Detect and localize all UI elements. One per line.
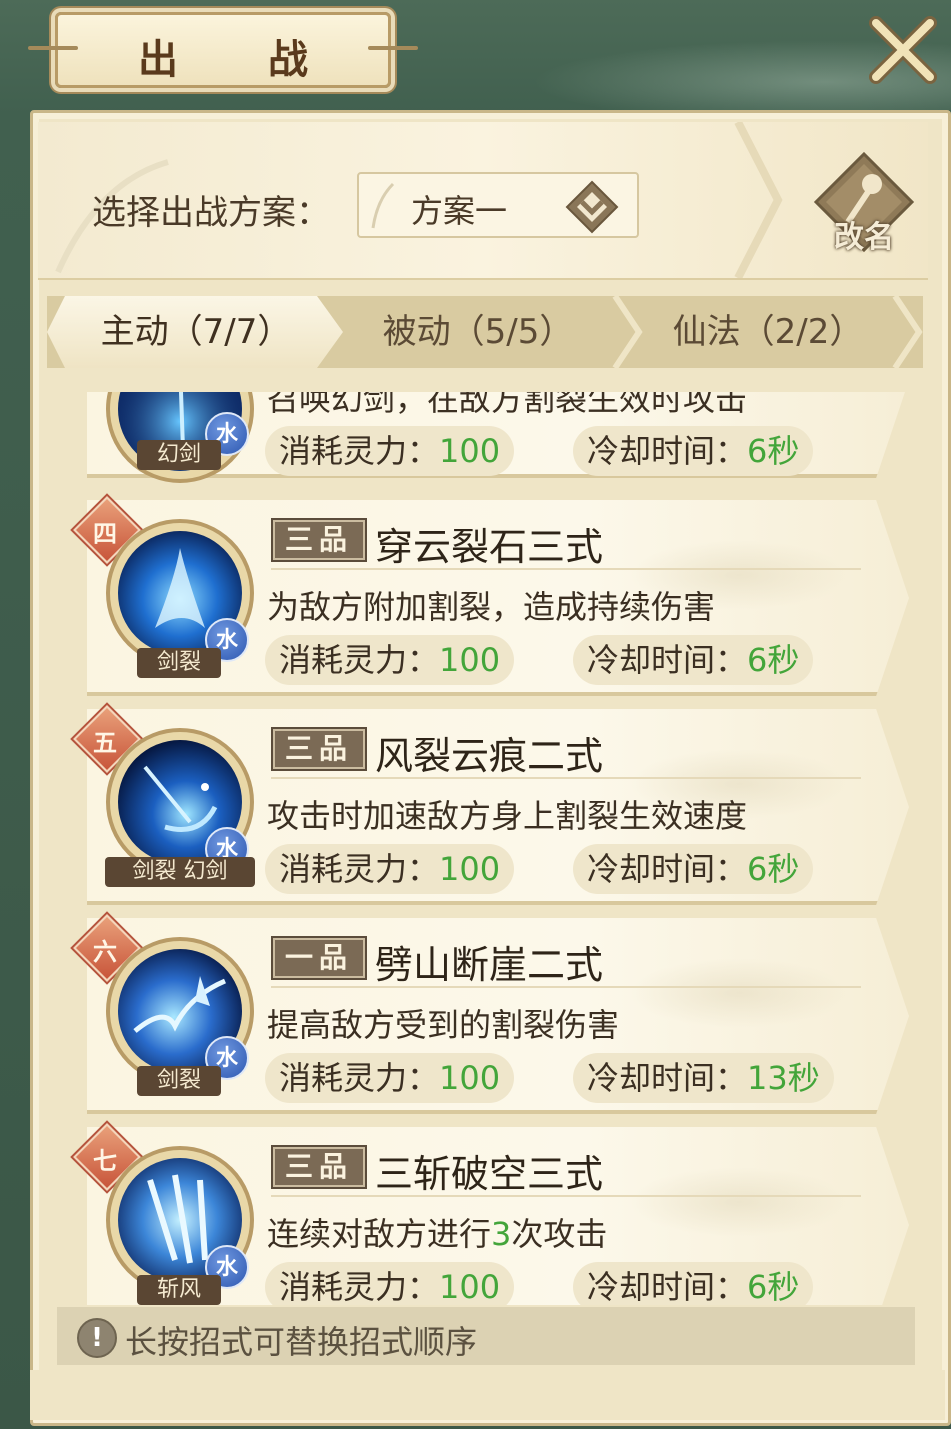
skill-type-label: 剑裂 <box>137 648 221 678</box>
mana-cost: 消耗灵力：100 <box>265 1262 515 1305</box>
grade-badge: 三品 <box>271 1145 367 1189</box>
cooldown-value: 6秒 <box>747 850 800 888</box>
skill-description: 为敌方附加割裂，造成持续伤害 <box>267 588 716 626</box>
skill-type-label: 斩风 <box>137 1275 221 1305</box>
close-button[interactable] <box>868 15 938 85</box>
panel-bottom <box>30 1370 945 1420</box>
tab-label: 被动（5/5） <box>382 312 574 352</box>
tab-bar: 主动（7/7） 被动（5/5） 仙法（2/2） <box>47 296 923 368</box>
name-underline <box>271 777 861 779</box>
cooldown-label: 冷却时间： <box>587 641 748 679</box>
skill-name: 穿云裂石三式 <box>375 525 604 569</box>
mana-cost-value: 100 <box>439 432 501 470</box>
chevron-down-icon <box>565 180 619 234</box>
mana-cost-value: 100 <box>439 1059 501 1097</box>
grade-badge: 三品 <box>271 518 367 562</box>
plan-label: 选择出战方案： <box>92 193 330 233</box>
mana-cost: 消耗灵力：100 <box>265 426 515 476</box>
close-x-icon <box>869 16 937 84</box>
name-underline <box>271 568 861 570</box>
skill-list[interactable]: 水 幻剑 召唤幻剑，在敌方割裂生效时攻击 消耗灵力：100 冷却时间：6秒 四 … <box>47 392 923 1305</box>
cooldown: 冷却时间：6秒 <box>573 426 814 476</box>
mana-cost-value: 100 <box>439 850 501 888</box>
mana-cost-label: 消耗灵力： <box>279 432 440 470</box>
cooldown-label: 冷却时间： <box>587 1059 748 1097</box>
cooldown: 冷却时间：6秒 <box>573 635 814 685</box>
card-cloud-decoration <box>629 958 849 1028</box>
cooldown-value: 6秒 <box>747 641 800 679</box>
rename-label: 改名 <box>834 220 894 255</box>
mana-cost-value: 100 <box>439 641 501 679</box>
skill-description: 连续对敌方进行3次攻击 <box>267 1209 607 1255</box>
tab-label: 仙法（2/2） <box>672 312 864 352</box>
mana-cost: 消耗灵力：100 <box>265 844 515 894</box>
skill-type-label: 剑裂 幻剑 <box>105 857 255 887</box>
description-text: 连续对敌方进行 <box>267 1215 492 1253</box>
grade-badge: 一品 <box>271 936 367 980</box>
grade-badge: 三品 <box>271 727 367 771</box>
skill-name: 风裂云痕二式 <box>375 734 604 778</box>
mana-cost: 消耗灵力：100 <box>265 1053 515 1103</box>
exclamation-icon: ! <box>77 1318 117 1358</box>
tab-label: 主动（7/7） <box>100 312 292 352</box>
bamboo-icon <box>371 182 395 229</box>
mana-cost-label: 消耗灵力： <box>279 641 440 679</box>
description-text: 次攻击 <box>511 1215 608 1253</box>
plan-dropdown[interactable]: 方案一 <box>357 172 639 238</box>
hint-text: 长按招式可替换招式顺序 <box>125 1323 478 1361</box>
cooldown-label: 冷却时间： <box>587 850 748 888</box>
name-underline <box>271 1195 861 1197</box>
description-highlight: 3 <box>491 1215 512 1253</box>
mana-cost-label: 消耗灵力： <box>279 1268 440 1305</box>
cooldown: 冷却时间：6秒 <box>573 1262 814 1305</box>
skill-type-label: 幻剑 <box>137 440 221 470</box>
hint-bar: ! 长按招式可替换招式顺序 <box>57 1307 915 1365</box>
skill-type-label: 剑裂 <box>137 1066 221 1096</box>
card-cloud-decoration <box>629 1167 849 1237</box>
cooldown-label: 冷却时间： <box>587 1268 748 1305</box>
skill-description: 提高敌方受到的割裂伤害 <box>267 1006 620 1044</box>
tab-passive-skills[interactable]: 被动（5/5） <box>347 296 609 368</box>
cooldown: 冷却时间：6秒 <box>573 844 814 894</box>
title-plaque: 出 战 <box>28 12 418 88</box>
cooldown-value: 6秒 <box>747 1268 800 1305</box>
mana-cost-label: 消耗灵力： <box>279 1059 440 1097</box>
tab-active-skills[interactable]: 主动（7/7） <box>47 296 343 368</box>
plan-selected-value: 方案一 <box>411 192 508 230</box>
page-title: 出 战 <box>138 36 346 83</box>
skill-description: 攻击时加速敌方身上割裂生效速度 <box>267 797 748 835</box>
mana-cost: 消耗灵力：100 <box>265 635 515 685</box>
skill-name: 劈山断崖二式 <box>375 943 604 987</box>
rename-button[interactable]: 改名 <box>812 150 916 255</box>
mana-cost-value: 100 <box>439 1268 501 1305</box>
cooldown-value: 6秒 <box>747 432 800 470</box>
cooldown-value: 13秒 <box>747 1059 820 1097</box>
tab-immortal-arts[interactable]: 仙法（2/2） <box>637 296 899 368</box>
cooldown: 冷却时间：13秒 <box>573 1053 834 1103</box>
skill-description: 召唤幻剑，在敌方割裂生效时攻击 <box>267 392 748 418</box>
name-underline <box>271 986 861 988</box>
cooldown-label: 冷却时间： <box>587 432 748 470</box>
skill-name: 三斩破空三式 <box>375 1152 604 1196</box>
mana-cost-label: 消耗灵力： <box>279 850 440 888</box>
